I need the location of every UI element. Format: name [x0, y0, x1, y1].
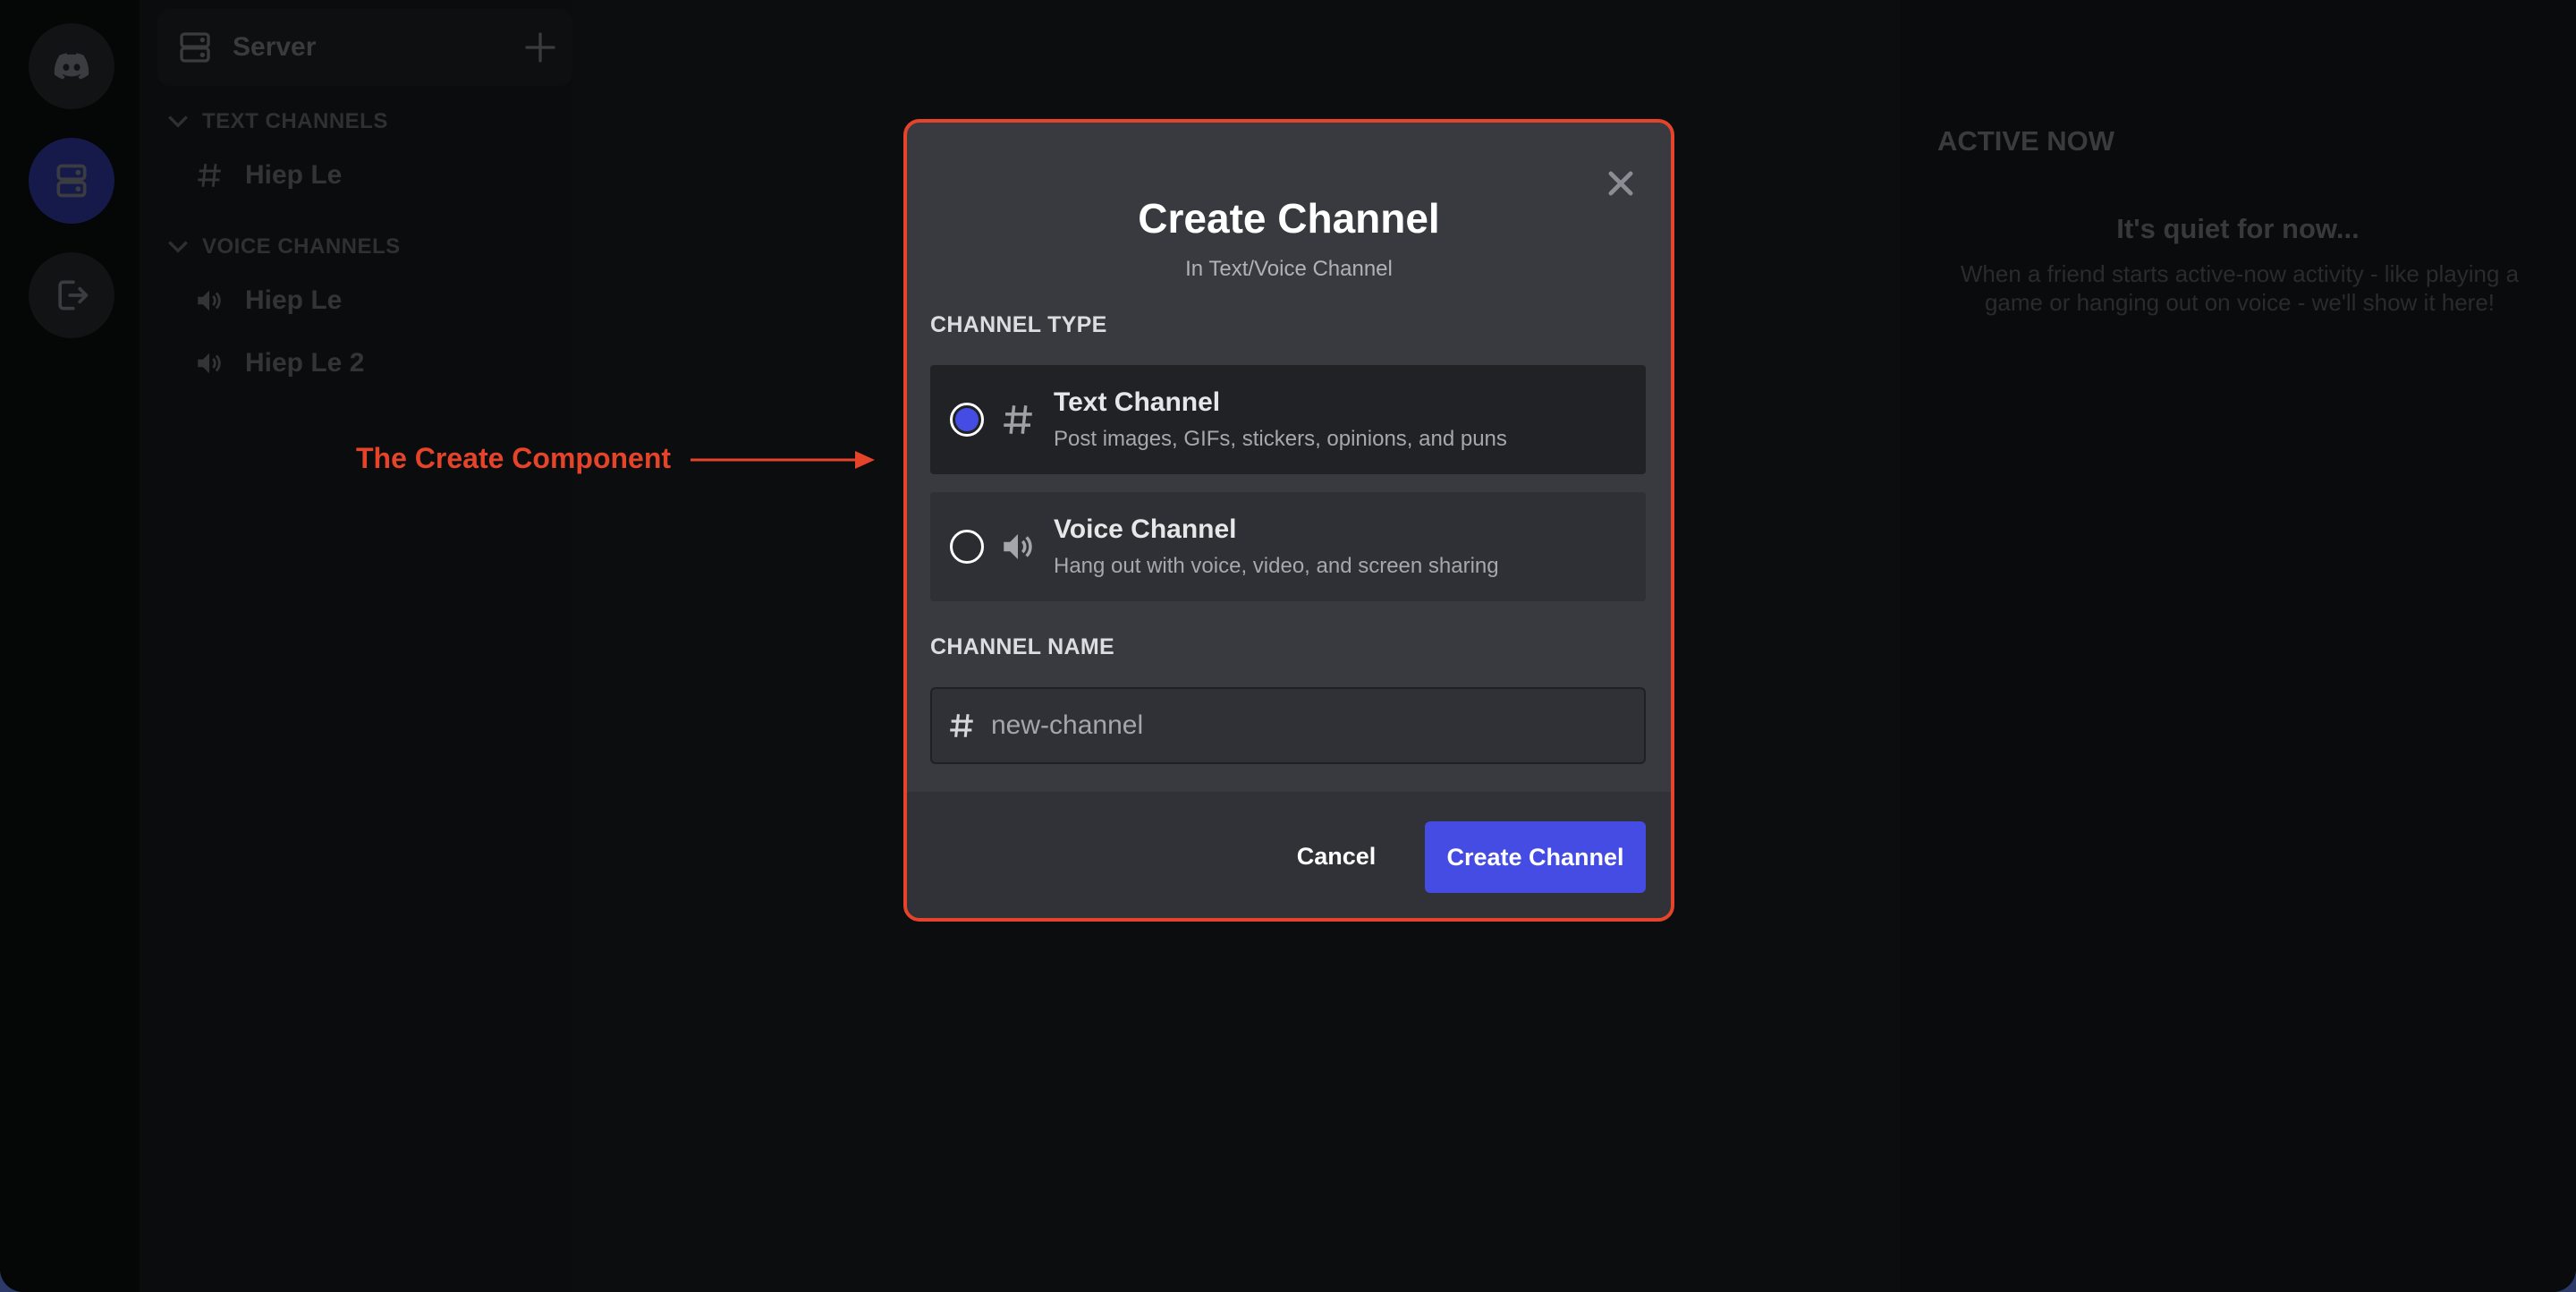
channel-name-input[interactable]	[991, 710, 1617, 741]
option-name: Text Channel	[1054, 387, 1221, 417]
hash-icon	[998, 400, 1038, 439]
radio-dot	[955, 408, 979, 431]
channel-name: Hiep Le 2	[245, 348, 365, 378]
category-voice-channels[interactable]: VOICE CHANNELS	[166, 234, 401, 259]
channel-item[interactable]: Hiep Le	[193, 285, 342, 317]
logout-icon	[58, 280, 89, 310]
option-description: Post images, GIFs, stickers, opinions, a…	[1054, 427, 1507, 451]
channel-name-label: CHANNEL NAME	[930, 634, 1114, 659]
server-title: Server	[233, 32, 317, 62]
speaker-icon	[998, 527, 1038, 566]
speaker-icon	[193, 285, 225, 317]
option-description: Hang out with voice, video, and screen s…	[1054, 554, 1499, 578]
server-icon	[180, 32, 210, 63]
create-channel-button[interactable]: Create Channel	[1425, 821, 1646, 893]
logout-button[interactable]	[29, 252, 114, 338]
annotation-arrow-icon	[691, 451, 875, 469]
channel-name-field[interactable]	[930, 687, 1646, 764]
annotation-label: The Create Component	[356, 442, 672, 474]
option-name: Voice Channel	[1054, 514, 1237, 544]
active-now-panel: ACTIVE NOW It's quiet for now... When a …	[1900, 0, 2576, 1292]
active-now-title: ACTIVE NOW	[1937, 125, 2115, 157]
add-channel-icon[interactable]	[522, 30, 558, 65]
create-channel-modal: Create Channel In Text/Voice Channel CHA…	[903, 119, 1674, 922]
modal-subtitle: In Text/Voice Channel	[1185, 257, 1393, 281]
hash-icon	[950, 714, 973, 737]
server-button[interactable]	[29, 138, 114, 224]
server-header[interactable]: Server	[157, 9, 572, 86]
server-icon	[56, 164, 87, 198]
channel-item[interactable]: Hiep Le	[193, 159, 342, 191]
cancel-button[interactable]: Cancel	[1256, 820, 1417, 892]
speaker-icon	[193, 347, 225, 379]
radio-text-channel[interactable]	[950, 403, 984, 437]
empty-state-title: It's quiet for now...	[2116, 213, 2360, 244]
channel-name: Hiep Le	[245, 160, 343, 190]
channel-type-label: CHANNEL TYPE	[930, 312, 1107, 337]
app-window: Server TEXT CHANNELS Hiep Le VOICE CHANN…	[0, 0, 2576, 1292]
option-voice-channel[interactable]: Voice Channel Hang out with voice, video…	[930, 492, 1646, 601]
channel-sidebar: Server TEXT CHANNELS Hiep Le VOICE CHANN…	[140, 0, 572, 1292]
category-text-channels[interactable]: TEXT CHANNELS	[166, 109, 388, 134]
option-text-channel[interactable]: Text Channel Post images, GIFs, stickers…	[930, 365, 1646, 474]
hash-icon	[193, 159, 225, 191]
server-rail	[0, 0, 140, 1292]
discord-logo-icon	[54, 53, 89, 80]
modal-title: Create Channel	[1138, 195, 1440, 242]
category-label: VOICE CHANNELS	[202, 234, 401, 259]
empty-state-description: When a friend starts active-now activity…	[1960, 260, 2520, 316]
category-label: TEXT CHANNELS	[202, 109, 388, 133]
modal-footer: Cancel Create Channel	[907, 792, 1671, 918]
channel-name: Hiep Le	[245, 285, 343, 315]
discord-home-button[interactable]	[29, 23, 114, 109]
chevron-down-icon	[168, 241, 188, 253]
channel-item[interactable]: Hiep Le 2	[193, 347, 364, 379]
radio-voice-channel[interactable]	[950, 530, 984, 564]
chevron-down-icon	[168, 115, 188, 128]
